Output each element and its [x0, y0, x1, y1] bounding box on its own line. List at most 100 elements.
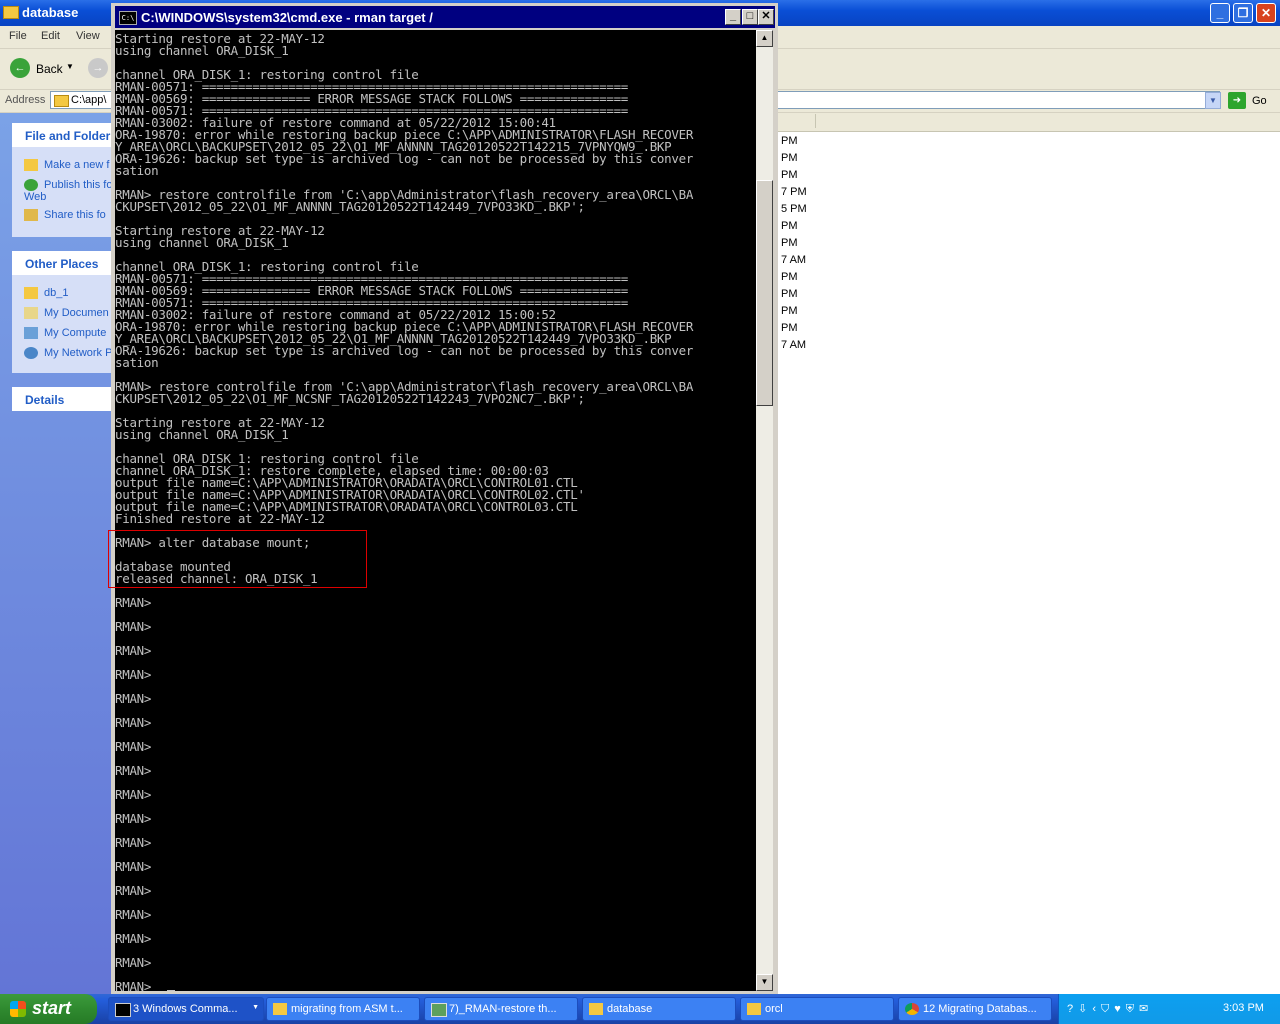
folder-icon — [54, 95, 69, 107]
system-tray: ?⇩‹⛉♥⛨✉ 3:03 PM — [1058, 994, 1280, 1024]
share-folder-icon — [24, 209, 38, 222]
place-my-network-link[interactable]: My Network P — [24, 347, 120, 360]
address-dropdown-button[interactable]: ▼ — [1205, 92, 1221, 109]
share-folder-link[interactable]: Share this fo — [24, 209, 120, 222]
place-my-computer-link[interactable]: My Compute — [24, 327, 120, 340]
start-label: start — [32, 998, 72, 1018]
file-modified-cell[interactable]: PM — [781, 271, 798, 283]
minimize-button[interactable]: _ — [725, 9, 741, 25]
computer-icon — [24, 327, 38, 340]
other-places-panel: Other Places db_1 My Documen My Compute … — [12, 251, 122, 373]
windows-logo-icon — [10, 1001, 26, 1017]
link-label: Share this fo — [44, 209, 106, 221]
folder-icon — [747, 1003, 761, 1015]
menu-view[interactable]: View — [76, 30, 100, 42]
file-modified-cell[interactable]: 5 PM — [781, 203, 807, 215]
publish-web-link[interactable]: Publish this fo Web — [24, 179, 120, 203]
close-button[interactable]: ✕ — [758, 9, 774, 25]
file-modified-cell[interactable]: PM — [781, 135, 798, 147]
panel-title: File and Folder — [25, 129, 111, 143]
file-modified-cell[interactable]: PM — [781, 288, 798, 300]
taskbar-item-label: migrating from ASM t... — [291, 1003, 403, 1015]
link-label: My Compute — [44, 327, 107, 339]
file-list-header[interactable] — [778, 113, 1280, 132]
go-arrow-icon: ➜ — [1228, 92, 1246, 109]
link-label: db_1 — [44, 287, 69, 299]
back-arrow-icon: ← — [10, 58, 30, 78]
panel-header[interactable]: Details — [12, 387, 122, 411]
link-label: My Network P — [44, 347, 113, 359]
cmd-icon — [115, 1003, 131, 1017]
forward-button[interactable]: → — [88, 58, 108, 78]
column-separator[interactable] — [815, 114, 816, 128]
new-folder-icon — [24, 159, 38, 172]
link-label: Make a new f — [44, 159, 110, 171]
file-modified-cell[interactable]: 7 AM — [781, 254, 806, 266]
go-button[interactable]: ➜ Go — [1228, 92, 1278, 110]
place-db1-link[interactable]: db_1 — [24, 287, 120, 300]
cmd-icon[interactable]: C:\ — [119, 11, 137, 25]
make-new-folder-link[interactable]: Make a new f — [24, 159, 120, 172]
clock[interactable]: 3:03 PM — [1223, 1002, 1264, 1014]
panel-title: Other Places — [25, 257, 99, 271]
scroll-down-button[interactable]: ▼ — [756, 974, 773, 991]
task-pane: File and Folder Make a new f Publish thi… — [0, 113, 122, 994]
cmd-titlebar[interactable]: C:\ C:\WINDOWS\system32\cmd.exe - rman t… — [115, 6, 775, 28]
folder-icon — [24, 287, 38, 300]
cmd-window: C:\ C:\WINDOWS\system32\cmd.exe - rman t… — [111, 3, 778, 994]
file-modified-cell[interactable]: PM — [781, 322, 798, 334]
scroll-up-button[interactable]: ▲ — [756, 30, 773, 47]
taskbar-item-chrome[interactable]: 12 Migrating Databas... — [898, 997, 1052, 1021]
text-cursor — [167, 990, 175, 991]
taskbar-item-label: 12 Migrating Databas... — [923, 1003, 1037, 1015]
file-folder-tasks-panel: File and Folder Make a new f Publish thi… — [12, 123, 122, 237]
start-button[interactable]: start — [0, 994, 97, 1024]
taskbar-item-label: 7)_RMAN-restore th... — [449, 1003, 557, 1015]
console-output[interactable]: Starting restore at 22-MAY-12 using chan… — [115, 30, 756, 991]
image-icon — [431, 1003, 447, 1017]
taskbar-item-migrating[interactable]: migrating from ASM t... — [266, 997, 420, 1021]
address-value: C:\app\ — [71, 94, 107, 106]
chevron-down-icon: ▼ — [252, 1004, 259, 1011]
file-modified-cell[interactable]: PM — [781, 152, 798, 164]
menu-edit[interactable]: Edit — [41, 30, 60, 42]
file-modified-cell[interactable]: PM — [781, 220, 798, 232]
console-text: Starting restore at 22-MAY-12 using chan… — [115, 31, 694, 991]
link-label: My Documen — [44, 307, 109, 319]
details-panel: Details — [12, 387, 122, 411]
cmd-title: C:\WINDOWS\system32\cmd.exe - rman targe… — [141, 10, 433, 25]
minimize-button[interactable]: _ — [1210, 3, 1230, 23]
taskbar-item-rman-image[interactable]: 7)_RMAN-restore th... — [424, 997, 578, 1021]
taskbar-item-label: orcl — [765, 1003, 783, 1015]
close-button[interactable]: ✕ — [1256, 3, 1276, 23]
taskbar-item-database[interactable]: database — [582, 997, 736, 1021]
vertical-scrollbar[interactable]: ▲ ▼ — [756, 30, 773, 991]
file-modified-cell[interactable]: 7 AM — [781, 339, 806, 351]
file-modified-cell[interactable]: 7 PM — [781, 186, 807, 198]
back-button[interactable]: ← Back ▼ — [8, 57, 88, 81]
address-label: Address — [5, 94, 46, 106]
menu-file[interactable]: File — [9, 30, 27, 42]
panel-title: Details — [25, 393, 65, 407]
restore-button[interactable]: ❐ — [1233, 3, 1253, 23]
file-modified-cell[interactable]: PM — [781, 237, 798, 249]
documents-icon — [24, 307, 38, 320]
folder-icon — [273, 1003, 287, 1015]
maximize-button[interactable]: □ — [742, 9, 758, 25]
panel-header[interactable]: Other Places — [12, 251, 122, 275]
file-modified-cell[interactable]: PM — [781, 169, 798, 181]
network-icon — [24, 347, 38, 360]
file-modified-cell[interactable]: PM — [781, 305, 798, 317]
place-my-documents-link[interactable]: My Documen — [24, 307, 120, 320]
tray-icons[interactable]: ?⇩‹⛉♥⛨✉ — [1067, 1002, 1153, 1016]
scroll-thumb[interactable] — [756, 180, 773, 406]
taskbar-item-label: 3 Windows Comma... — [133, 1003, 238, 1015]
panel-header[interactable]: File and Folder — [12, 123, 122, 147]
chevron-down-icon[interactable]: ▼ — [66, 62, 74, 71]
highlight-box — [108, 530, 367, 588]
taskbar-item-orcl[interactable]: orcl — [740, 997, 894, 1021]
chrome-icon — [905, 1003, 919, 1015]
taskbar: start 3 Windows Comma... ▼ migrating fro… — [0, 994, 1280, 1024]
folder-icon — [3, 6, 19, 19]
taskbar-item-cmd[interactable]: 3 Windows Comma... ▼ — [108, 997, 264, 1021]
